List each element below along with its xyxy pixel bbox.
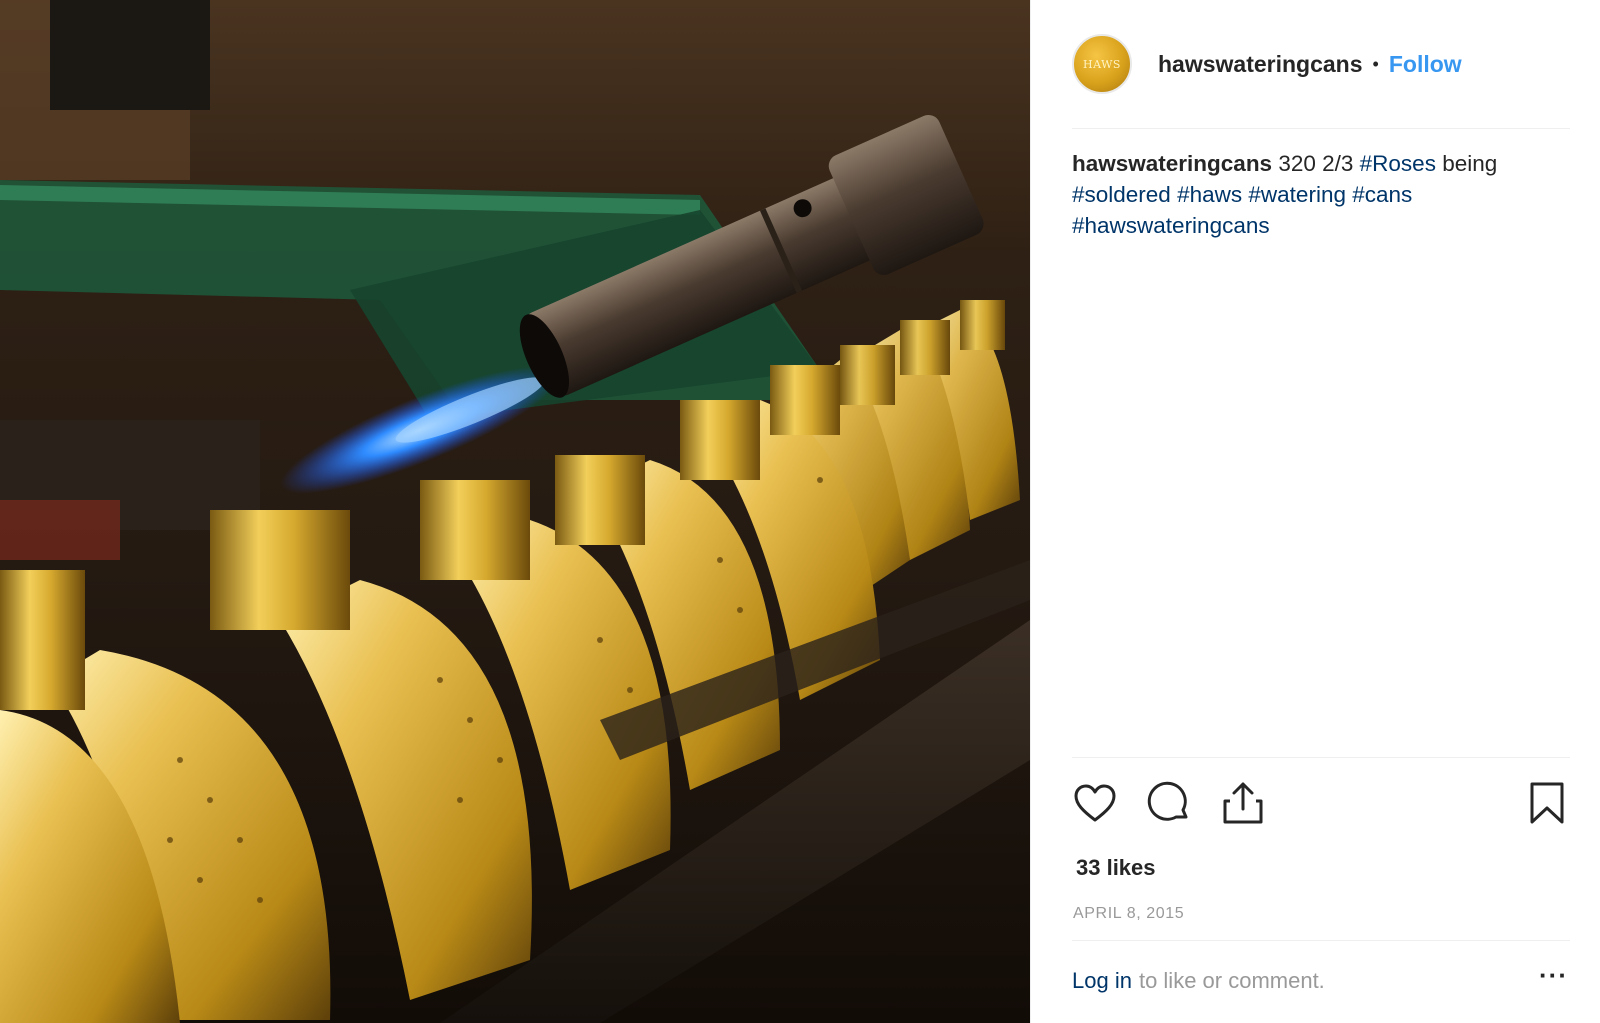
more-options-icon[interactable]: ··· [1539,960,1568,991]
login-link[interactable]: Log in [1072,968,1132,994]
avatar[interactable]: HAWS [1072,34,1132,94]
share-icon[interactable] [1220,780,1266,826]
separator-dot: • [1372,53,1379,74]
post-caption: hawswateringcans 320 2/3 #Roses being #s… [1072,148,1567,241]
action-bar [1072,775,1570,831]
post-date: APRIL 8, 2015 [1073,905,1185,922]
caption-text-being: being [1435,151,1498,176]
comment-icon[interactable] [1146,780,1192,826]
header-divider [1072,128,1570,129]
hashtag-hawswateringcans[interactable]: #hawswateringcans [1072,213,1270,238]
comment-divider [1072,940,1570,941]
hashtag-haws[interactable]: #haws [1177,182,1242,207]
hashtag-soldered[interactable]: #soldered [1072,182,1171,207]
caption-text: 320 2/3 [1272,151,1360,176]
hashtag-watering[interactable]: #watering [1248,182,1346,207]
username-link[interactable]: hawswateringcans [1158,51,1363,78]
bookmark-icon[interactable] [1524,780,1570,826]
post-photo[interactable] [0,0,1030,1023]
hashtag-roses[interactable]: #Roses [1360,151,1436,176]
soldering-photo [0,0,1030,1023]
like-count[interactable]: 33 likes [1076,855,1156,881]
follow-button[interactable]: Follow [1389,51,1462,78]
heart-icon[interactable] [1072,780,1118,826]
post-header: HAWS hawswateringcans • Follow [1072,28,1570,100]
login-prompt-text: to like or comment. [1138,968,1325,993]
caption-username[interactable]: hawswateringcans [1072,151,1272,176]
avatar-logo: HAWS [1083,57,1121,71]
actions-divider [1072,757,1570,758]
post-sidebar: HAWS hawswateringcans • Follow hawswater… [1030,0,1600,1023]
login-prompt: Log in to like or comment. ··· [1072,960,1570,998]
hashtag-cans[interactable]: #cans [1352,182,1412,207]
